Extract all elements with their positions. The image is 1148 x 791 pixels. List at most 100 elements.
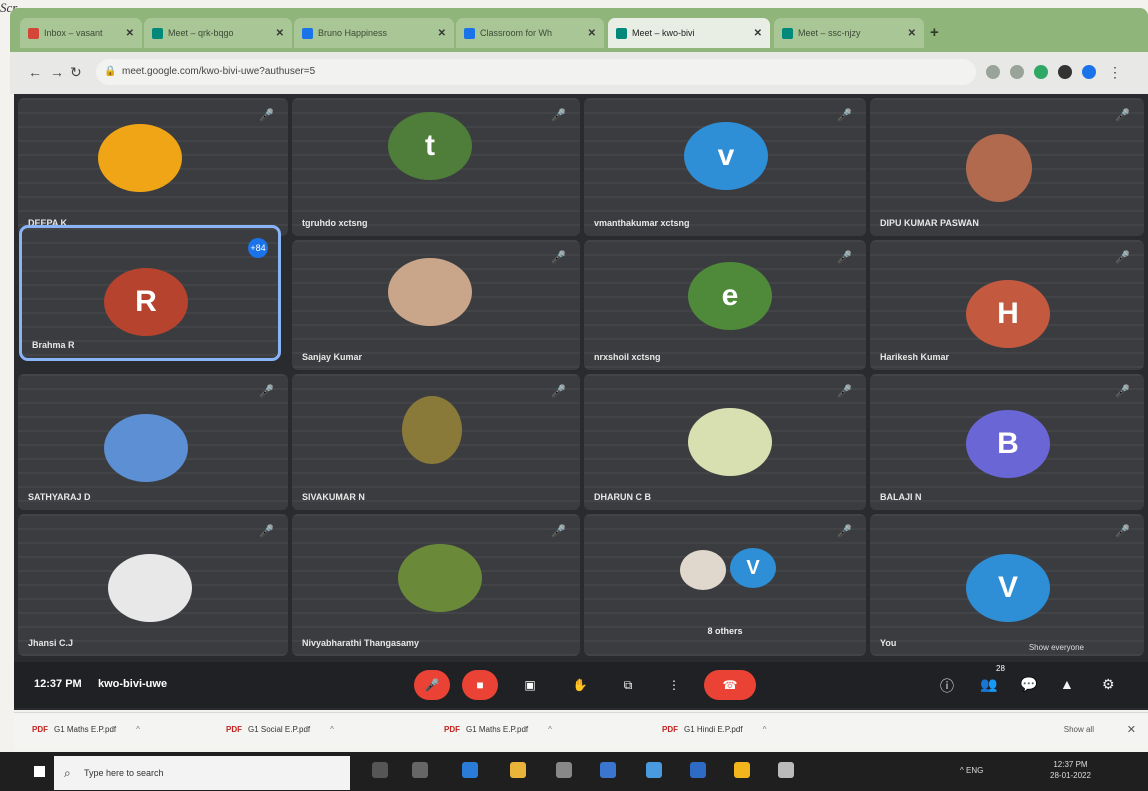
app-icon[interactable]: [690, 762, 706, 778]
speaking-badge: +84: [248, 238, 268, 258]
participant-tile[interactable]: 🎤 SATHYARAJ D: [18, 374, 288, 510]
chevron-up-icon[interactable]: ^: [330, 725, 334, 734]
browser-menu-icon[interactable]: ⋮: [1108, 64, 1122, 81]
participant-photo: [398, 544, 482, 612]
browser-tab-active[interactable]: Meet – kwo-bivi ✕: [608, 18, 770, 48]
camera-toggle-button[interactable]: ■: [462, 670, 498, 700]
app-icon[interactable]: [778, 762, 794, 778]
mic-toggle-button[interactable]: 🎤: [414, 670, 450, 700]
chrome-icon[interactable]: [734, 762, 750, 778]
mic-off-icon: 🎤: [259, 108, 274, 122]
participant-name: SATHYARAJ D: [28, 492, 91, 502]
info-icon[interactable]: ⓘ: [940, 676, 954, 696]
meeting-code: kwo-bivi-uwe: [98, 678, 168, 690]
address-bar[interactable]: 🔒 meet.google.com/kwo-bivi-uwe?authuser=…: [96, 59, 976, 85]
address-text: meet.google.com/kwo-bivi-uwe?authuser=5: [122, 66, 316, 77]
new-tab-button[interactable]: +: [930, 24, 939, 41]
host-controls-icon[interactable]: ⚙: [1102, 676, 1115, 693]
more-options-button[interactable]: ⋮: [656, 670, 692, 700]
download-item[interactable]: PDF G1 Social E.P.pdf ^: [226, 725, 334, 734]
mic-off-icon: 🎤: [1115, 250, 1130, 264]
close-tab-icon[interactable]: ✕: [438, 28, 446, 39]
widgets-icon[interactable]: [412, 762, 428, 778]
windows-start-icon[interactable]: [34, 766, 45, 777]
show-everyone-link[interactable]: Show everyone: [1029, 643, 1084, 652]
participant-tile[interactable]: 🎤 Nivyabharathi Thangasamy: [292, 514, 580, 656]
downloads-bar: PDF G1 Maths E.P.pdf ^ PDF G1 Social E.P.pd…: [14, 712, 1148, 749]
forward-icon[interactable]: →: [50, 64, 64, 80]
profile-avatar[interactable]: [1082, 65, 1096, 79]
chevron-up-icon[interactable]: ^: [548, 725, 552, 734]
mail-icon[interactable]: [600, 762, 616, 778]
participant-avatar: v: [684, 122, 768, 190]
browser-tab[interactable]: Classroom for Wh ✕: [456, 18, 604, 48]
participant-tile[interactable]: e 🎤 nrxshoil xctsng: [584, 240, 866, 370]
present-button[interactable]: ⧉: [610, 670, 646, 700]
participant-tile[interactable]: v 🎤 vmanthakumar xctsng: [584, 98, 866, 236]
participant-avatar: H: [966, 280, 1050, 348]
participant-tile[interactable]: H 🎤 Harikesh Kumar: [870, 240, 1144, 370]
participant-avatar: t: [388, 112, 472, 180]
participant-tile[interactable]: 🎤 Sanjay Kumar: [292, 240, 580, 370]
task-view-icon[interactable]: [372, 762, 388, 778]
participant-name: BALAJI N: [880, 492, 922, 502]
store-icon[interactable]: [556, 762, 572, 778]
close-icon[interactable]: ✕: [1127, 723, 1136, 736]
people-icon[interactable]: 👥: [980, 676, 997, 693]
download-item[interactable]: PDF G1 Maths E.P.pdf ^: [32, 725, 140, 734]
participant-tile-active-speaker[interactable]: R +84 Brahma R: [19, 225, 281, 361]
pdf-icon: PDF: [662, 725, 678, 734]
back-icon[interactable]: ←: [28, 64, 42, 80]
mic-off-icon: 🎤: [259, 524, 274, 538]
participant-photo: [98, 124, 182, 192]
participant-tile[interactable]: 🎤 DHARUN C B: [584, 374, 866, 510]
captions-button[interactable]: ▣: [512, 670, 548, 700]
participant-tile[interactable]: B 🎤 BALAJI N: [870, 374, 1144, 510]
download-item[interactable]: PDF G1 Hindi E.P.pdf ^: [662, 725, 766, 734]
reload-icon[interactable]: ↻: [70, 64, 82, 81]
mic-off-icon: 🎤: [551, 524, 566, 538]
participant-photo: [402, 396, 462, 464]
extension-icon[interactable]: [1034, 65, 1048, 79]
participant-tile[interactable]: 🎤 DEEPA K: [18, 98, 288, 236]
show-all-downloads-button[interactable]: Show all: [1064, 725, 1094, 734]
close-tab-icon[interactable]: ✕: [276, 28, 284, 39]
raise-hand-button[interactable]: ✋: [562, 670, 598, 700]
participant-tile[interactable]: t 🎤 tgruhdo xctsng: [292, 98, 580, 236]
self-tile[interactable]: V 🎤 You Show everyone: [870, 514, 1144, 656]
close-tab-icon[interactable]: ✕: [126, 28, 134, 39]
chevron-up-icon[interactable]: ^: [763, 725, 767, 734]
extension-icon[interactable]: [986, 65, 1000, 79]
participant-tile[interactable]: 🎤 DIPU KUMAR PASWAN: [870, 98, 1144, 236]
hand-icon: ✋: [572, 678, 588, 692]
close-tab-icon[interactable]: ✕: [908, 28, 916, 39]
extension-icon[interactable]: [1058, 65, 1072, 79]
extension-icon[interactable]: [1010, 65, 1024, 79]
browser-tab[interactable]: Meet – ssc-njzy ✕: [774, 18, 924, 48]
participant-tile[interactable]: 🎤 SIVAKUMAR N: [292, 374, 580, 510]
search-icon: ⌕: [64, 766, 71, 780]
taskbar-search[interactable]: ⌕ Type here to search: [54, 756, 350, 790]
clock-time: 12:37 PM: [1053, 760, 1088, 769]
browser-tab[interactable]: Bruno Happiness ✕: [294, 18, 454, 48]
chevron-up-icon[interactable]: ^: [136, 725, 140, 734]
system-tray[interactable]: ^ ENG: [960, 766, 983, 775]
participant-avatar: V: [730, 548, 776, 588]
browser-tab[interactable]: Inbox – vasant ✕: [20, 18, 142, 48]
edge-icon[interactable]: [462, 762, 478, 778]
download-item[interactable]: PDF G1 Maths E.P.pdf ^: [444, 725, 552, 734]
others-tile[interactable]: V 🎤 8 others: [584, 514, 866, 656]
close-tab-icon[interactable]: ✕: [754, 28, 762, 39]
windows-taskbar: ⌕ Type here to search ^ ENG 12:37 PM 28-…: [0, 752, 1148, 791]
file-explorer-icon[interactable]: [510, 762, 526, 778]
present-icon: ⧉: [623, 677, 633, 692]
chat-icon[interactable]: 💬: [1020, 676, 1037, 693]
end-call-button[interactable]: ☎: [704, 670, 756, 700]
app-icon[interactable]: [646, 762, 662, 778]
participant-tile[interactable]: 🎤 Jhansi C.J: [18, 514, 288, 656]
participant-avatar: e: [688, 262, 772, 330]
activities-icon[interactable]: ▲: [1060, 676, 1074, 692]
browser-tab[interactable]: Meet – qrk-bqgo ✕: [144, 18, 292, 48]
taskbar-clock[interactable]: 12:37 PM 28-01-2022: [1050, 759, 1091, 781]
close-tab-icon[interactable]: ✕: [588, 28, 596, 39]
